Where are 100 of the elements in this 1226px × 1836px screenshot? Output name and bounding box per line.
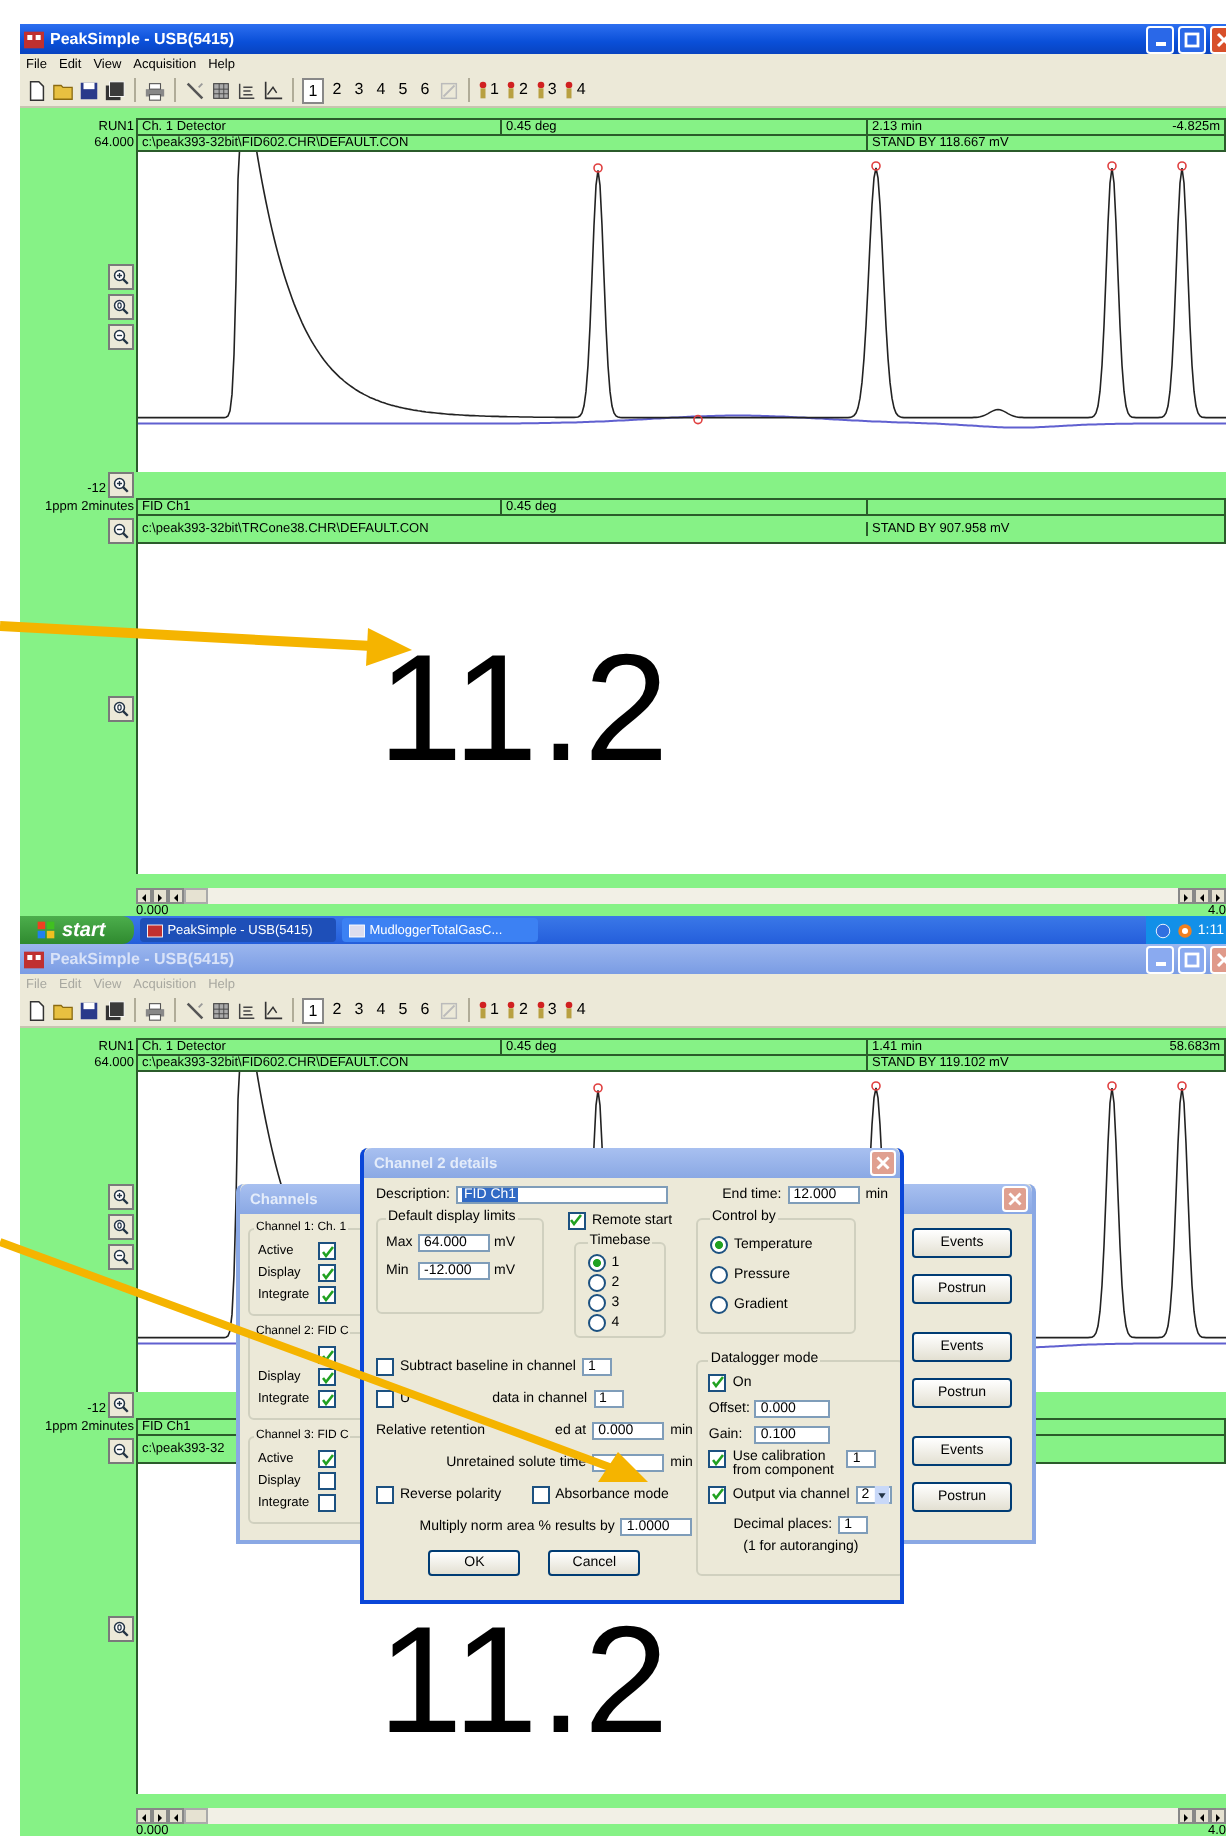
bars-icon[interactable] — [236, 79, 258, 101]
view-button[interactable]: 2 — [328, 998, 346, 1022]
scrollbar[interactable] — [136, 888, 1226, 904]
radio-button[interactable] — [710, 1266, 728, 1284]
axes-icon[interactable] — [262, 79, 284, 101]
maximize-icon — [1184, 31, 1200, 47]
peak-marker — [1177, 161, 1187, 171]
maximize-button[interactable] — [1178, 25, 1206, 53]
view-button[interactable]: 6 — [416, 78, 434, 102]
window-icon — [145, 921, 164, 939]
magnifier-icon — [112, 700, 130, 718]
view-button[interactable]: 3 — [350, 998, 368, 1022]
lamp-icon — [506, 1000, 517, 1020]
magnifier-icon — [112, 1442, 130, 1460]
checkbox[interactable] — [376, 1390, 394, 1408]
close-icon — [872, 1152, 894, 1174]
close-icon — [1004, 1188, 1026, 1210]
lamp-icon — [535, 1000, 546, 1020]
zoom-in-button[interactable] — [108, 264, 134, 290]
view-button[interactable]: 5 — [394, 998, 412, 1022]
zoom-in-button[interactable] — [108, 472, 134, 498]
view-button[interactable]: 1 — [302, 77, 324, 103]
checkbox[interactable] — [708, 1373, 727, 1391]
lamp-icon — [535, 80, 546, 100]
zoom-reset-button[interactable] — [108, 696, 134, 722]
folder-icon[interactable] — [52, 999, 74, 1021]
minimize-button[interactable] — [1146, 25, 1174, 53]
bars-icon[interactable] — [236, 999, 258, 1021]
zoom-reset-button[interactable] — [108, 1214, 134, 1240]
document-icon[interactable] — [26, 999, 48, 1021]
peak-marker — [1107, 161, 1117, 171]
radio-button[interactable] — [710, 1296, 728, 1314]
magnifier-icon — [112, 476, 130, 494]
lamp-icon — [478, 1000, 488, 1020]
disks-icon[interactable] — [104, 999, 126, 1021]
zoom-out-button[interactable] — [108, 1438, 134, 1464]
zoom-reset-button[interactable] — [108, 1616, 134, 1642]
axes-icon[interactable] — [262, 999, 284, 1021]
zoom-out-button[interactable] — [108, 324, 134, 350]
view-button[interactable]: 3 — [350, 78, 368, 102]
view-button[interactable]: 4 — [372, 78, 390, 102]
scroll-thumb[interactable] — [184, 888, 208, 904]
checkbox[interactable] — [376, 1486, 394, 1504]
radio-button[interactable] — [587, 1253, 606, 1271]
channel-button[interactable]: 2 — [506, 998, 532, 1022]
magnifier-icon — [112, 1188, 130, 1206]
reading-value: 11.2 — [378, 633, 671, 785]
magnifier-icon — [112, 1248, 130, 1266]
lamp-icon — [564, 80, 575, 100]
scrollbar[interactable] — [136, 1808, 1226, 1824]
start-button[interactable]: start — [20, 916, 134, 944]
view-button[interactable]: 2 — [328, 78, 346, 102]
peak-marker — [871, 161, 881, 171]
view-button[interactable]: 5 — [394, 78, 412, 102]
check-mark-icon — [570, 1214, 583, 1226]
windows-logo-icon — [36, 920, 56, 940]
disks-icon[interactable] — [104, 79, 126, 101]
zoom-out-button[interactable] — [108, 518, 134, 544]
checkbox[interactable] — [531, 1486, 550, 1504]
printer-icon[interactable] — [144, 79, 166, 101]
scroll-thumb[interactable] — [184, 1808, 208, 1824]
check-mark-icon — [321, 1453, 333, 1465]
printer-icon[interactable] — [144, 999, 166, 1021]
checkbox[interactable] — [708, 1450, 727, 1468]
globe-icon — [1153, 921, 1172, 939]
app-icon — [24, 949, 44, 969]
zoom-in-button[interactable] — [108, 1392, 134, 1418]
checkbox[interactable] — [708, 1485, 727, 1503]
magnifier-icon — [112, 328, 130, 346]
magnifier-icon — [112, 1620, 130, 1638]
channel-button[interactable]: 4 — [564, 78, 590, 102]
radio-button[interactable] — [587, 1273, 606, 1291]
check-mark-icon — [711, 1453, 724, 1465]
radio-button[interactable] — [710, 1236, 728, 1254]
channel-button[interactable]: 4 — [564, 998, 590, 1022]
channel-button[interactable]: 3 — [535, 998, 561, 1022]
peak-marker — [1107, 1081, 1117, 1091]
pen-icon[interactable] — [184, 79, 206, 101]
lamp-icon — [478, 80, 488, 100]
radio-button[interactable] — [587, 1293, 606, 1311]
lamp-icon — [564, 1000, 575, 1020]
pen-icon[interactable] — [184, 999, 206, 1021]
app-icon — [24, 29, 44, 49]
folder-icon[interactable] — [52, 79, 74, 101]
check-mark-icon — [711, 1376, 724, 1388]
zoom-out-button[interactable] — [108, 1244, 134, 1270]
channel-button[interactable]: 1 — [478, 998, 503, 1022]
zoom-in-button[interactable] — [108, 1184, 134, 1210]
checkbox[interactable] — [567, 1211, 586, 1229]
channel-button[interactable]: 2 — [506, 78, 532, 102]
view-button[interactable]: 6 — [416, 998, 434, 1022]
view-button[interactable]: 1 — [302, 997, 324, 1023]
view-button[interactable]: 4 — [372, 998, 390, 1022]
radio-button[interactable] — [587, 1313, 606, 1331]
shield-icon — [1175, 921, 1194, 939]
channel-button[interactable]: 1 — [478, 78, 503, 102]
zoom-reset-button[interactable] — [108, 294, 134, 320]
document-icon[interactable] — [26, 79, 48, 101]
checkbox[interactable] — [376, 1358, 394, 1376]
channel-button[interactable]: 3 — [535, 78, 561, 102]
